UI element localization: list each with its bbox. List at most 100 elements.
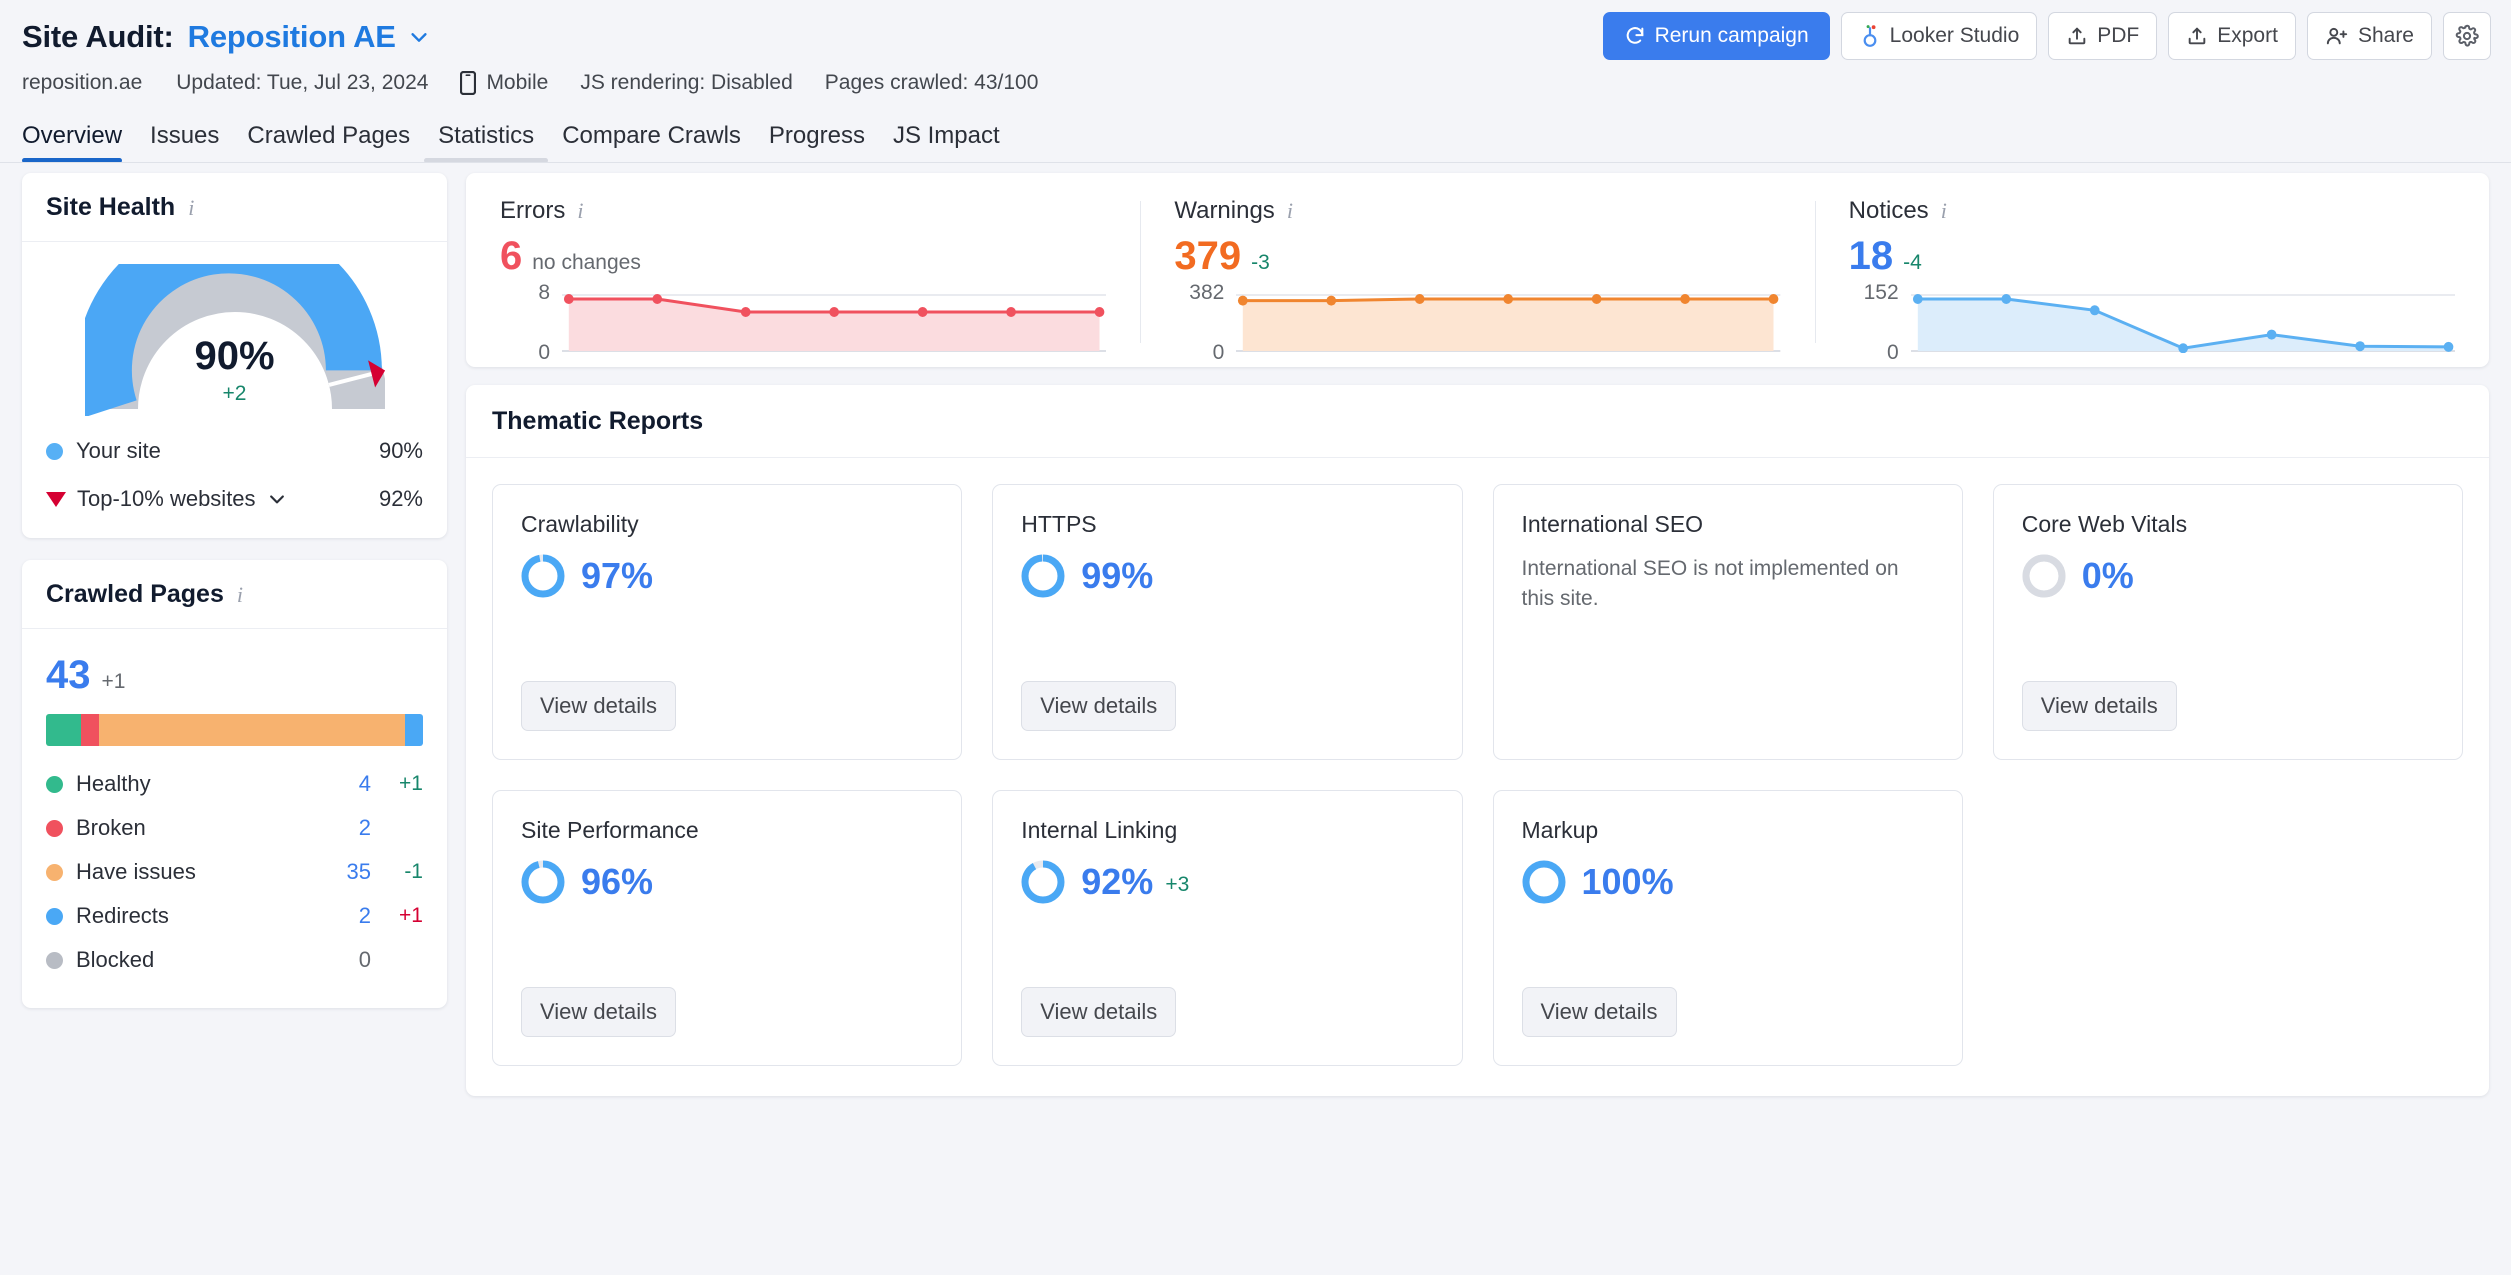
tab-label: JS Impact xyxy=(892,122,1000,149)
stacked-bar-segment-have-issues[interactable] xyxy=(98,714,405,746)
legend-label: Blocked xyxy=(76,947,155,972)
tab-issues[interactable]: Issues xyxy=(136,122,233,163)
legend-value-top10: 92% xyxy=(378,486,423,511)
pdf-button[interactable]: PDF xyxy=(2048,12,2158,60)
thematic-card-score-row: 99% xyxy=(1021,554,1433,598)
thematic-reports-header: Thematic Reports xyxy=(466,385,2489,458)
export-label: Export xyxy=(2217,24,2278,47)
updated-label: Updated: Tue, Jul 23, 2024 xyxy=(176,71,429,94)
thematic-card-note: International SEO is not implemented on … xyxy=(1521,557,1899,611)
info-icon[interactable]: i xyxy=(577,200,583,222)
legend-dot xyxy=(46,819,63,837)
tab-label: Statistics xyxy=(438,122,535,149)
legend-label-top10: Top-10% websites xyxy=(77,486,256,511)
crawled-pages-row-have-issues[interactable]: Have issues 35 -1 xyxy=(46,850,423,894)
stat-value: 18 xyxy=(1848,234,1894,278)
legend-triangle-benchmark-icon xyxy=(46,491,66,507)
thematic-card-delta: +3 xyxy=(1165,873,1190,896)
tab-statistics[interactable]: Statistics xyxy=(424,122,549,163)
thematic-reports-grid: Crawlability 97% View details HTTPS 99% … xyxy=(466,458,2489,1096)
crawled-pages-row-healthy[interactable]: Healthy 4 +1 xyxy=(46,762,423,806)
thematic-card-score: 100% xyxy=(1581,861,1674,902)
tab-crawled-pages[interactable]: Crawled Pages xyxy=(233,122,424,163)
thematic-card-score-row: 92% +3 xyxy=(1021,860,1433,904)
thematic-card-international-seo: International SEO International SEO is no… xyxy=(1492,484,1963,760)
y-tick-top: 382 xyxy=(1189,281,1225,304)
settings-button[interactable] xyxy=(2443,12,2491,60)
chevron-down-icon[interactable] xyxy=(267,489,287,509)
tab-compare-crawls[interactable]: Compare Crawls xyxy=(548,122,755,163)
crawled-pages-row-blocked[interactable]: Blocked 0 xyxy=(46,938,423,982)
legend-dot xyxy=(46,907,63,925)
legend-count: 2 xyxy=(358,815,371,840)
thematic-card-score: 92% xyxy=(1081,861,1154,902)
view-details-button[interactable]: View details xyxy=(521,681,676,731)
share-button[interactable]: Share xyxy=(2306,12,2432,60)
y-tick-top: 8 xyxy=(538,281,550,304)
crawled-pages-header: Crawled Pages i xyxy=(22,560,447,629)
crawled-pages-total-delta: +1 xyxy=(101,670,126,693)
info-icon[interactable]: i xyxy=(1287,200,1293,222)
thematic-card-internal-linking: Internal Linking 92% +3 View details xyxy=(992,790,1463,1066)
tab-progress[interactable]: Progress xyxy=(755,122,879,163)
tab-underline xyxy=(548,158,755,163)
site-health-legend-your-site: Your site 90% xyxy=(46,438,423,464)
tab-underline xyxy=(424,158,549,163)
domain-label: reposition.ae xyxy=(22,71,143,94)
info-icon[interactable]: i xyxy=(237,583,243,606)
chevron-down-icon[interactable] xyxy=(408,26,430,48)
project-name-link[interactable]: Reposition AE xyxy=(188,19,396,55)
donut-progress-icon xyxy=(521,860,565,904)
legend-count: 2 xyxy=(358,903,371,928)
info-icon[interactable]: i xyxy=(1941,200,1947,222)
site-health-score: 90% xyxy=(194,334,275,378)
view-details-button[interactable]: View details xyxy=(1021,987,1177,1037)
stat-header: Errors i xyxy=(500,197,1106,225)
stat-sparkline: 382 0 xyxy=(1174,281,1781,364)
tab-label: Overview xyxy=(22,122,123,149)
looker-studio-button[interactable]: Looker Studio xyxy=(1840,12,2038,60)
view-details-button[interactable]: View details xyxy=(2021,681,2177,731)
stat-column-notices: Notices i 18 -4 152 0 xyxy=(1814,197,2489,364)
legend-count: 0 xyxy=(358,947,371,972)
legend-count: 4 xyxy=(358,771,371,796)
view-details-button[interactable]: View details xyxy=(1021,681,1177,731)
issues-summary-row: Errors i 6 no changes 8 0 Warnings i 379… xyxy=(466,173,2489,367)
right-column: Errors i 6 no changes 8 0 Warnings i 379… xyxy=(466,173,2489,1096)
stacked-bar-segment-healthy[interactable] xyxy=(46,714,81,746)
thematic-card-markup: Markup 100% View details xyxy=(1492,790,1963,1066)
tab-js-impact[interactable]: JS Impact xyxy=(879,122,1014,163)
donut-progress-icon xyxy=(2022,554,2066,598)
site-health-gauge: 90% +2 xyxy=(46,264,423,416)
sparkline-y-axis: 152 0 xyxy=(1849,281,1911,364)
looker-studio-label: Looker Studio xyxy=(1889,24,2020,47)
site-health-card: Site Health i 90% +2 Your site 90% Top-1… xyxy=(22,173,447,538)
view-details-button[interactable]: View details xyxy=(521,987,676,1037)
thematic-card-score: 0% xyxy=(2081,555,2134,596)
add-user-icon xyxy=(2325,25,2349,47)
site-health-legend-top10[interactable]: Top-10% websites 92% xyxy=(46,486,423,512)
donut-progress-icon xyxy=(521,554,565,598)
view-details-button[interactable]: View details xyxy=(1521,987,1677,1037)
stat-sparkline: 8 0 xyxy=(500,281,1107,364)
crawled-pages-row-broken[interactable]: Broken 2 xyxy=(46,806,423,850)
rerun-campaign-button[interactable]: Rerun campaign xyxy=(1602,12,1830,60)
mobile-phone-icon xyxy=(460,71,477,95)
stacked-bar-segment-redirects[interactable] xyxy=(405,714,423,746)
thematic-card-title: Crawlability xyxy=(521,511,639,537)
sparkline-plot[interactable] xyxy=(562,291,1107,353)
stat-value-row: 18 -4 xyxy=(1849,233,2455,279)
crawled-pages-card: Crawled Pages i 43 +1 Healthy 4 +1 Broken 2 H… xyxy=(22,560,447,1008)
tab-overview[interactable]: Overview xyxy=(22,122,136,163)
stacked-bar-segment-broken[interactable] xyxy=(80,714,99,746)
sparkline-plot[interactable] xyxy=(1910,291,2455,353)
stat-change: no changes xyxy=(532,251,641,274)
sparkline-plot[interactable] xyxy=(1236,291,1781,353)
meta-row: reposition.ae Updated: Tue, Jul 23, 2024… xyxy=(22,62,2489,104)
tab-underline xyxy=(233,158,424,163)
export-button[interactable]: Export xyxy=(2168,12,2296,60)
crawled-pages-row-redirects[interactable]: Redirects 2 +1 xyxy=(46,894,423,938)
info-icon[interactable]: i xyxy=(188,196,194,219)
thematic-card-site-performance: Site Performance 96% View details xyxy=(492,790,963,1066)
stat-value-row: 6 no changes xyxy=(500,233,1106,279)
